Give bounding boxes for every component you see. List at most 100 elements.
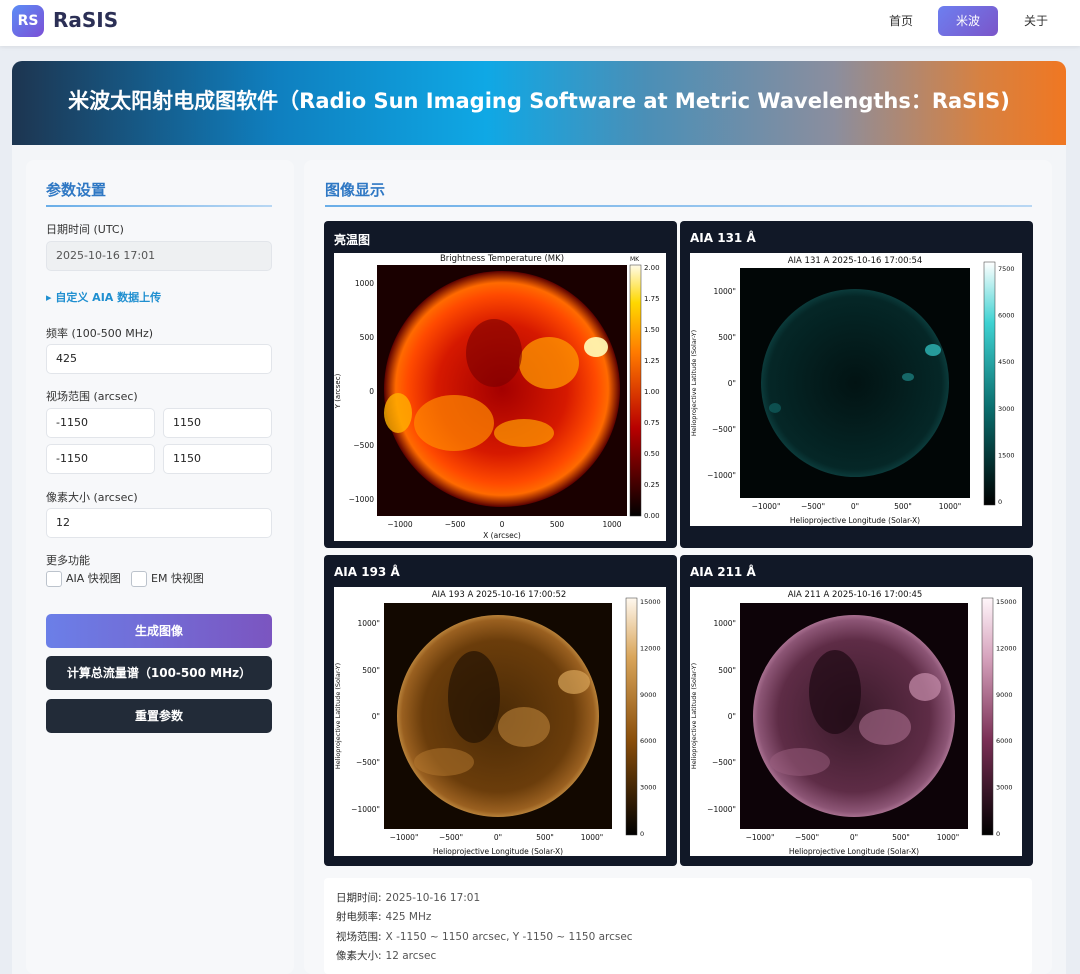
summary-date-key: 日期时间: xyxy=(336,892,382,904)
summary-pixel: 像素大小: 12 arcsec xyxy=(336,948,436,963)
y-axis-label: Y (arcsec) xyxy=(334,373,342,409)
em-quicklook-checkbox[interactable] xyxy=(131,571,147,587)
plot-title: Brightness Temperature (MK) xyxy=(440,254,564,264)
y-axis-label: Helioprojective Latitude (Solar-Y) xyxy=(334,663,342,769)
x-tick-label: −1000" xyxy=(390,833,419,842)
flux-spectrum-button[interactable]: 计算总流量谱（100-500 MHz） xyxy=(46,656,272,690)
colorbar-tick-label: 9000 xyxy=(996,691,1013,699)
colorbar-tick-label: 7500 xyxy=(998,265,1015,273)
x-tick-label: 1000" xyxy=(939,502,962,511)
top-nav: RS RaSIS 首页 米波 关于 xyxy=(0,0,1080,46)
summary-box: 日期时间: 2025-10-16 17:01 射电频率: 425 MHz 视场范围:… xyxy=(324,878,1032,974)
x-axis-label: Helioprojective Longitude (Solar-X) xyxy=(790,516,920,525)
colorbar-tick-label: 4500 xyxy=(998,358,1015,366)
x-tick-label: 1000" xyxy=(937,833,960,842)
y-tick-label: 1000" xyxy=(713,619,736,628)
em-quicklook-option[interactable]: EM 快视图 xyxy=(131,571,204,589)
x-tick-label: 500 xyxy=(550,520,565,529)
fov-x-max-input[interactable]: 1150 xyxy=(163,408,272,438)
x-tick-label: −500" xyxy=(801,502,825,511)
x-tick-label: −500 xyxy=(445,520,466,529)
aia-131-plot: AIA 131 A 2025-10-16 17:00:54 7500 6000 45… xyxy=(690,253,1022,526)
brand-name[interactable]: RaSIS xyxy=(53,8,118,32)
params-title: 参数设置 xyxy=(46,181,107,199)
card-title: 亮温图 xyxy=(334,233,371,247)
summary-frequency: 射电频率: 425 MHz xyxy=(336,909,431,924)
plot-title: AIA 193 A 2025-10-16 17:00:52 xyxy=(432,590,567,600)
summary-fov-key: 视场范围: xyxy=(336,931,382,943)
x-tick-label: 0 xyxy=(500,520,505,529)
y-tick-label: −1000" xyxy=(351,805,380,814)
aia-quicklook-checkbox[interactable] xyxy=(46,571,62,587)
more-features-label: 更多功能 xyxy=(46,554,90,567)
y-tick-label: −500 xyxy=(353,441,374,450)
summary-pixel-key: 像素大小: xyxy=(336,950,382,962)
colorbar-tick-label: 6000 xyxy=(996,737,1013,745)
fov-y-max-input[interactable]: 1150 xyxy=(163,444,272,474)
colorbar-tick-label: 0 xyxy=(640,830,644,838)
x-tick-label: 500" xyxy=(536,833,554,842)
em-quicklook-label: EM 快视图 xyxy=(151,572,204,585)
summary-date-value: 2025-10-16 17:01 xyxy=(385,892,481,904)
nav-metric-wave[interactable]: 米波 xyxy=(938,6,998,36)
colorbar xyxy=(629,264,642,517)
generate-image-button[interactable]: 生成图像 xyxy=(46,614,272,648)
y-tick-label: −1000" xyxy=(707,471,736,480)
params-divider xyxy=(46,205,272,207)
colorbar-tick-label: 15000 xyxy=(996,598,1017,606)
pixel-size-input[interactable]: 12 xyxy=(46,508,272,538)
x-tick-label: 0" xyxy=(850,833,858,842)
colorbar-tick-label: 1.00 xyxy=(644,388,660,396)
x-tick-label: −1000 xyxy=(387,520,413,529)
y-tick-label: −500" xyxy=(356,758,380,767)
x-tick-label: −500" xyxy=(439,833,463,842)
pixel-size-label: 像素大小 (arcsec) xyxy=(46,491,138,504)
colorbar-tick-label: 1.75 xyxy=(644,295,660,303)
frequency-input[interactable]: 425 xyxy=(46,344,272,374)
colorbar-tick-label: 0.00 xyxy=(644,512,660,520)
nav-about[interactable]: 关于 xyxy=(1012,6,1060,36)
fov-x-min-input[interactable]: -1150 xyxy=(46,408,155,438)
datetime-field[interactable]: 2025-10-16 17:01 xyxy=(46,241,272,271)
colorbar-tick-label: 2.00 xyxy=(644,264,660,272)
sun-disk xyxy=(397,615,599,817)
aia-193-card: AIA 193 Å AIA 193 A 2025-10-16 17:00:52 xyxy=(324,555,677,866)
sun-disk xyxy=(384,271,620,507)
y-tick-label: 500" xyxy=(718,333,736,342)
x-tick-label: 0" xyxy=(494,833,502,842)
page-title: 米波太阳射电成图软件（Radio Sun Imaging Software at… xyxy=(68,89,1010,113)
y-tick-label: 1000" xyxy=(357,619,380,628)
x-tick-label: −500" xyxy=(795,833,819,842)
colorbar-tick-label: 3000 xyxy=(998,405,1015,413)
logo-icon[interactable]: RS xyxy=(12,5,44,37)
aia-211-plot: AIA 211 A 2025-10-16 17:00:45 15000 12000… xyxy=(690,587,1022,856)
aia-193-plot: AIA 193 A 2025-10-16 17:00:52 15000 12000… xyxy=(334,587,666,856)
y-tick-label: −1000 xyxy=(349,495,375,504)
y-tick-label: 1000 xyxy=(355,279,374,288)
aia-quicklook-option[interactable]: AIA 快视图 xyxy=(46,571,121,589)
colorbar-tick-label: 0 xyxy=(998,498,1002,506)
summary-date: 日期时间: 2025-10-16 17:01 xyxy=(336,890,480,905)
colorbar-tick-label: 6000 xyxy=(640,737,657,745)
aia-upload-toggle[interactable]: ▸ 自定义 AIA 数据上传 xyxy=(46,289,161,305)
colorbar-tick-label: 15000 xyxy=(640,598,661,606)
x-tick-label: 1000" xyxy=(581,833,604,842)
y-axis-label: Helioprojective Latitude (Solar-Y) xyxy=(690,330,698,436)
aia-131-card: AIA 131 Å AIA 131 A 2025-10-16 17:00:54 xyxy=(680,221,1033,548)
fov-y-min-input[interactable]: -1150 xyxy=(46,444,155,474)
colorbar-tick-label: 1500 xyxy=(998,451,1015,459)
colorbar-tick-label: 0.75 xyxy=(644,419,660,427)
summary-frequency-key: 射电频率: xyxy=(336,911,382,923)
summary-frequency-value: 425 MHz xyxy=(385,911,432,923)
x-axis-label: Helioprojective Longitude (Solar-X) xyxy=(433,847,563,856)
display-divider xyxy=(325,205,1032,207)
y-tick-label: 500" xyxy=(718,666,736,675)
x-tick-label: 1000 xyxy=(602,520,621,529)
colorbar-tick-label: 9000 xyxy=(640,691,657,699)
x-tick-label: 0" xyxy=(851,502,859,511)
y-tick-label: 0" xyxy=(728,712,736,721)
colorbar-tick-label: 12000 xyxy=(640,644,661,652)
summary-fov: 视场范围: X -1150 ~ 1150 arcsec, Y -1150 ~ 11… xyxy=(336,929,633,944)
nav-home[interactable]: 首页 xyxy=(876,6,926,36)
reset-params-button[interactable]: 重置参数 xyxy=(46,699,272,733)
